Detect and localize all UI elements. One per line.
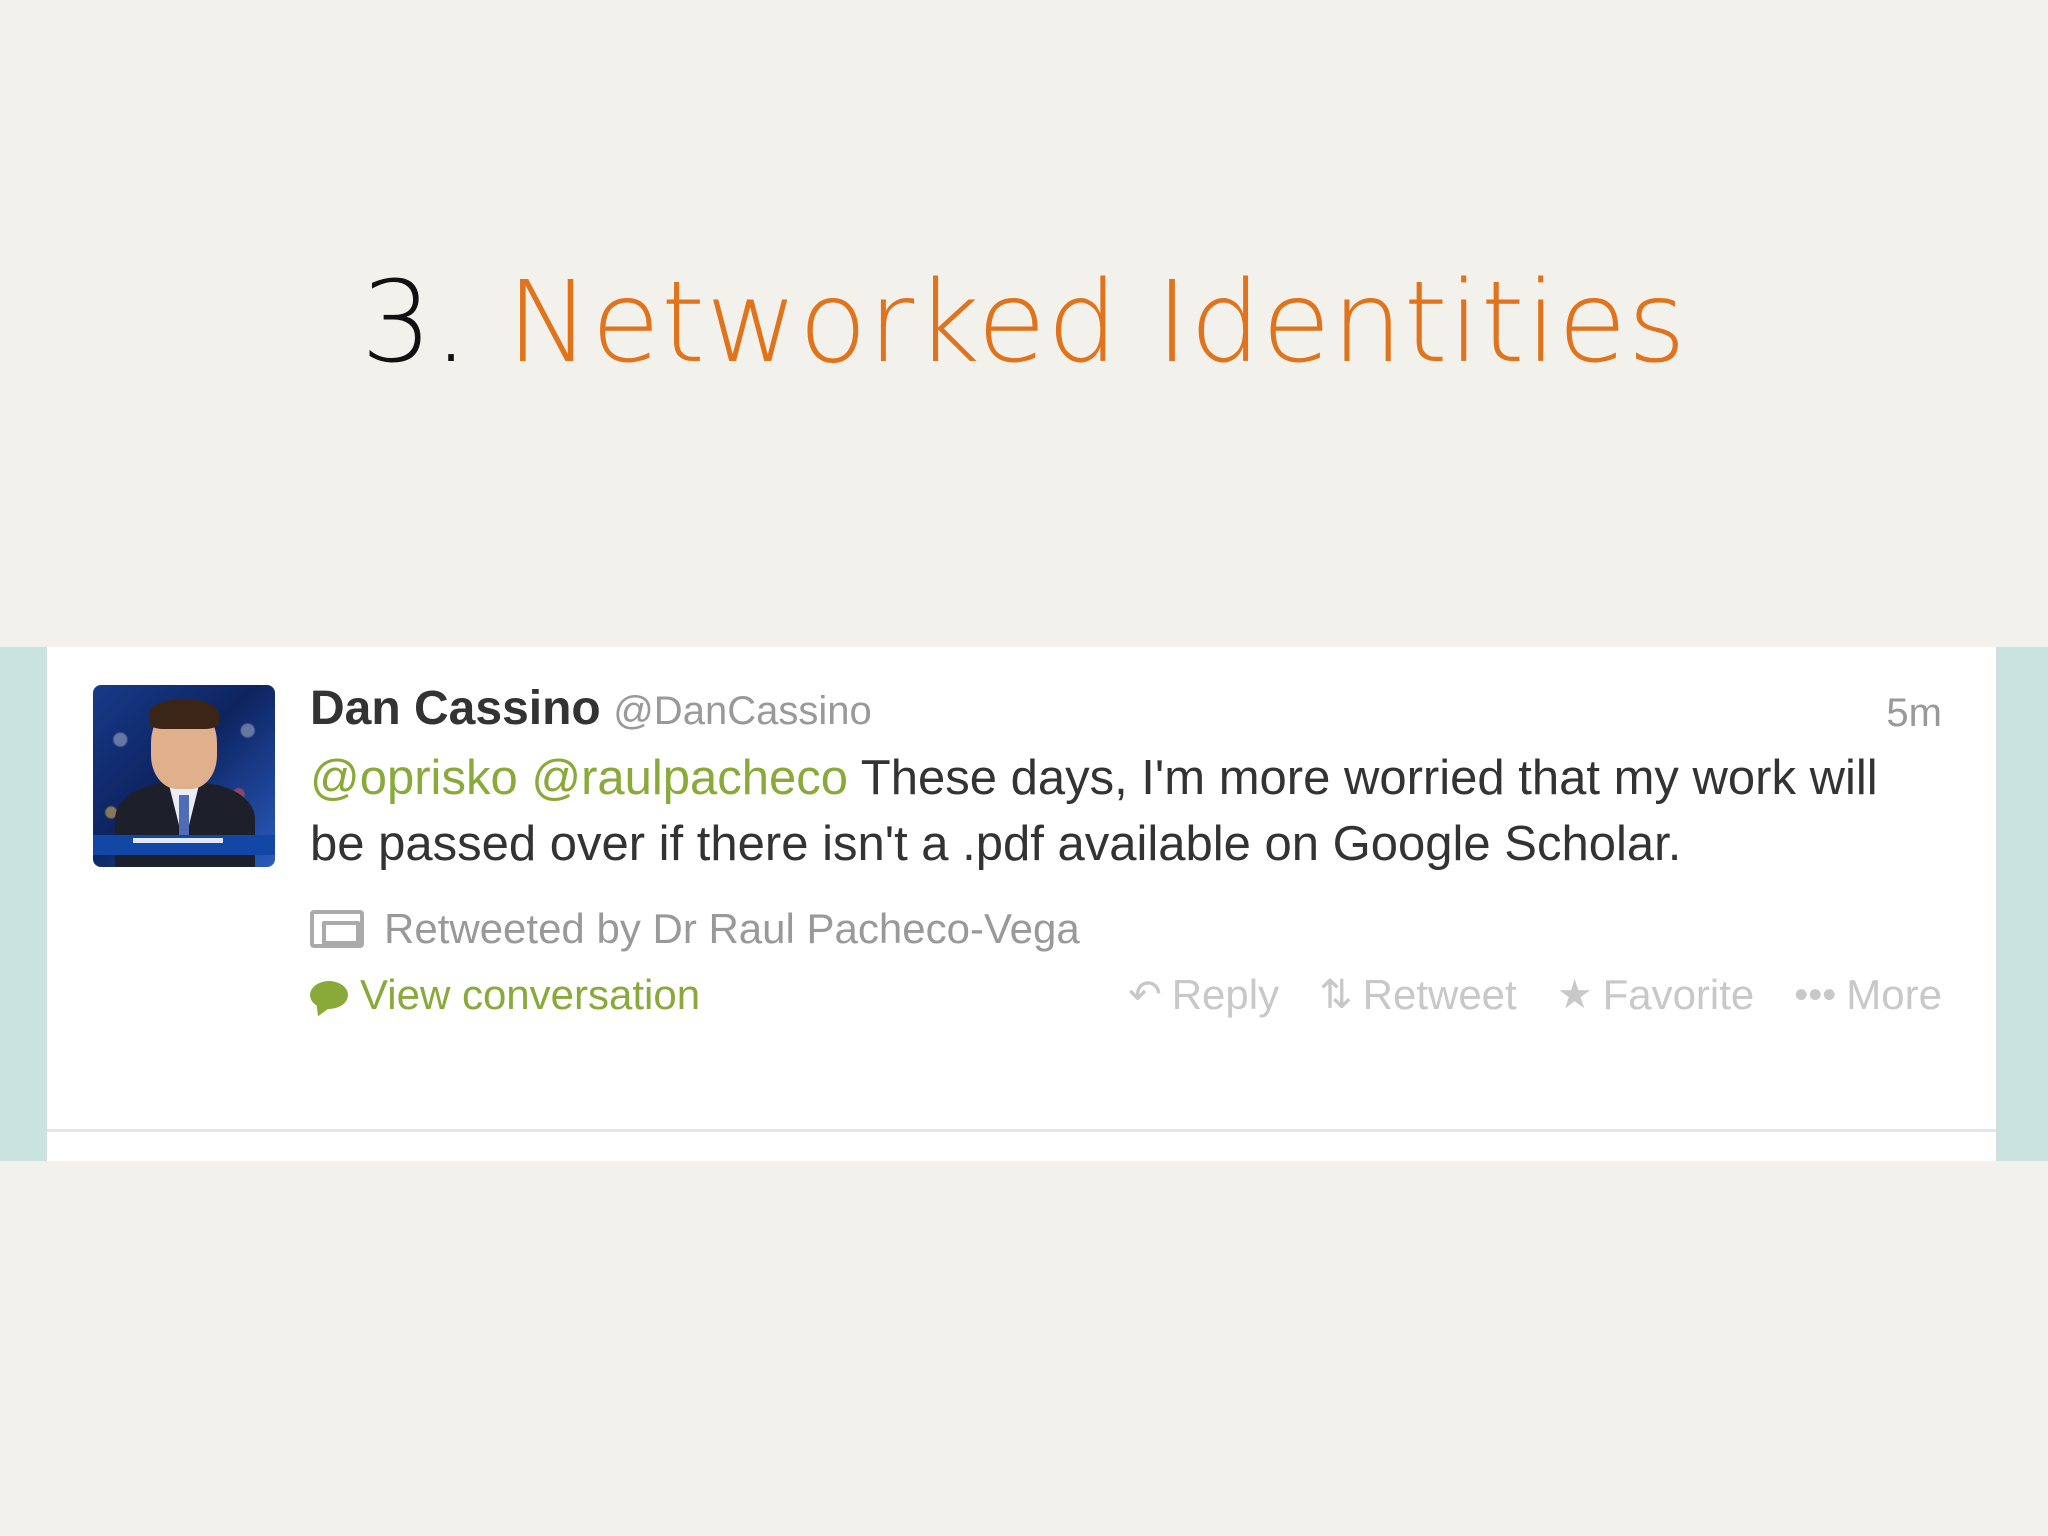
mention-link[interactable]: @raulpacheco — [531, 751, 848, 805]
tweet-screenshot-band: Dan Cassino @DanCassino 5m @oprisko @rau… — [0, 647, 2048, 1161]
favorite-label: Favorite — [1602, 971, 1755, 1018]
speech-bubble-icon — [310, 981, 348, 1009]
tweet-text: @oprisko @raulpacheco These days, I'm mo… — [310, 745, 1930, 877]
reply-icon: ↶ — [1128, 973, 1162, 1017]
tweet-actions-row: View conversation ↶ Reply ⇅ Retweet ★ Fa… — [310, 967, 1960, 1027]
more-dots-icon: ••• — [1794, 972, 1837, 1017]
more-button[interactable]: ••• More — [1794, 971, 1942, 1019]
reply-label: Reply — [1171, 971, 1280, 1018]
more-label: More — [1846, 971, 1942, 1018]
tweet-timestamp[interactable]: 5m — [1886, 691, 1942, 736]
author-handle[interactable]: @DanCassino — [613, 689, 872, 733]
avatar[interactable] — [93, 685, 275, 867]
retweeted-by-text[interactable]: Retweeted by Dr Raul Pacheco-Vega — [384, 905, 1080, 953]
author-name[interactable]: Dan Cassino — [310, 682, 601, 735]
star-icon: ★ — [1556, 973, 1593, 1017]
mention-link[interactable]: @oprisko — [310, 751, 518, 805]
retweet-label: Retweet — [1362, 971, 1517, 1018]
retweet-button[interactable]: ⇅ Retweet — [1319, 971, 1517, 1019]
tweet-body: Dan Cassino @DanCassino 5m @oprisko @rau… — [310, 681, 1960, 1027]
slide-title: 3. Networked Identities — [0, 248, 2048, 398]
view-conversation-link[interactable]: View conversation — [310, 971, 700, 1019]
tweet-divider — [47, 1129, 1996, 1132]
retweet-icon: ⇅ — [1319, 973, 1353, 1017]
tweet-card[interactable]: Dan Cassino @DanCassino 5m @oprisko @rau… — [45, 647, 1998, 1161]
slide-title-number: 3. — [360, 258, 470, 388]
retweeted-by-row: Retweeted by Dr Raul Pacheco-Vega — [310, 901, 1960, 957]
retweeted-icon — [310, 910, 364, 948]
favorite-button[interactable]: ★ Favorite — [1557, 971, 1755, 1019]
slide-title-text: Networked Identities — [506, 258, 1688, 388]
view-conversation-label: View conversation — [360, 971, 701, 1018]
tweet-action-links: ↶ Reply ⇅ Retweet ★ Favorite ••• More — [1128, 971, 1942, 1019]
reply-button[interactable]: ↶ Reply — [1128, 971, 1279, 1019]
tweet-header: Dan Cassino @DanCassino 5m — [310, 681, 1960, 741]
